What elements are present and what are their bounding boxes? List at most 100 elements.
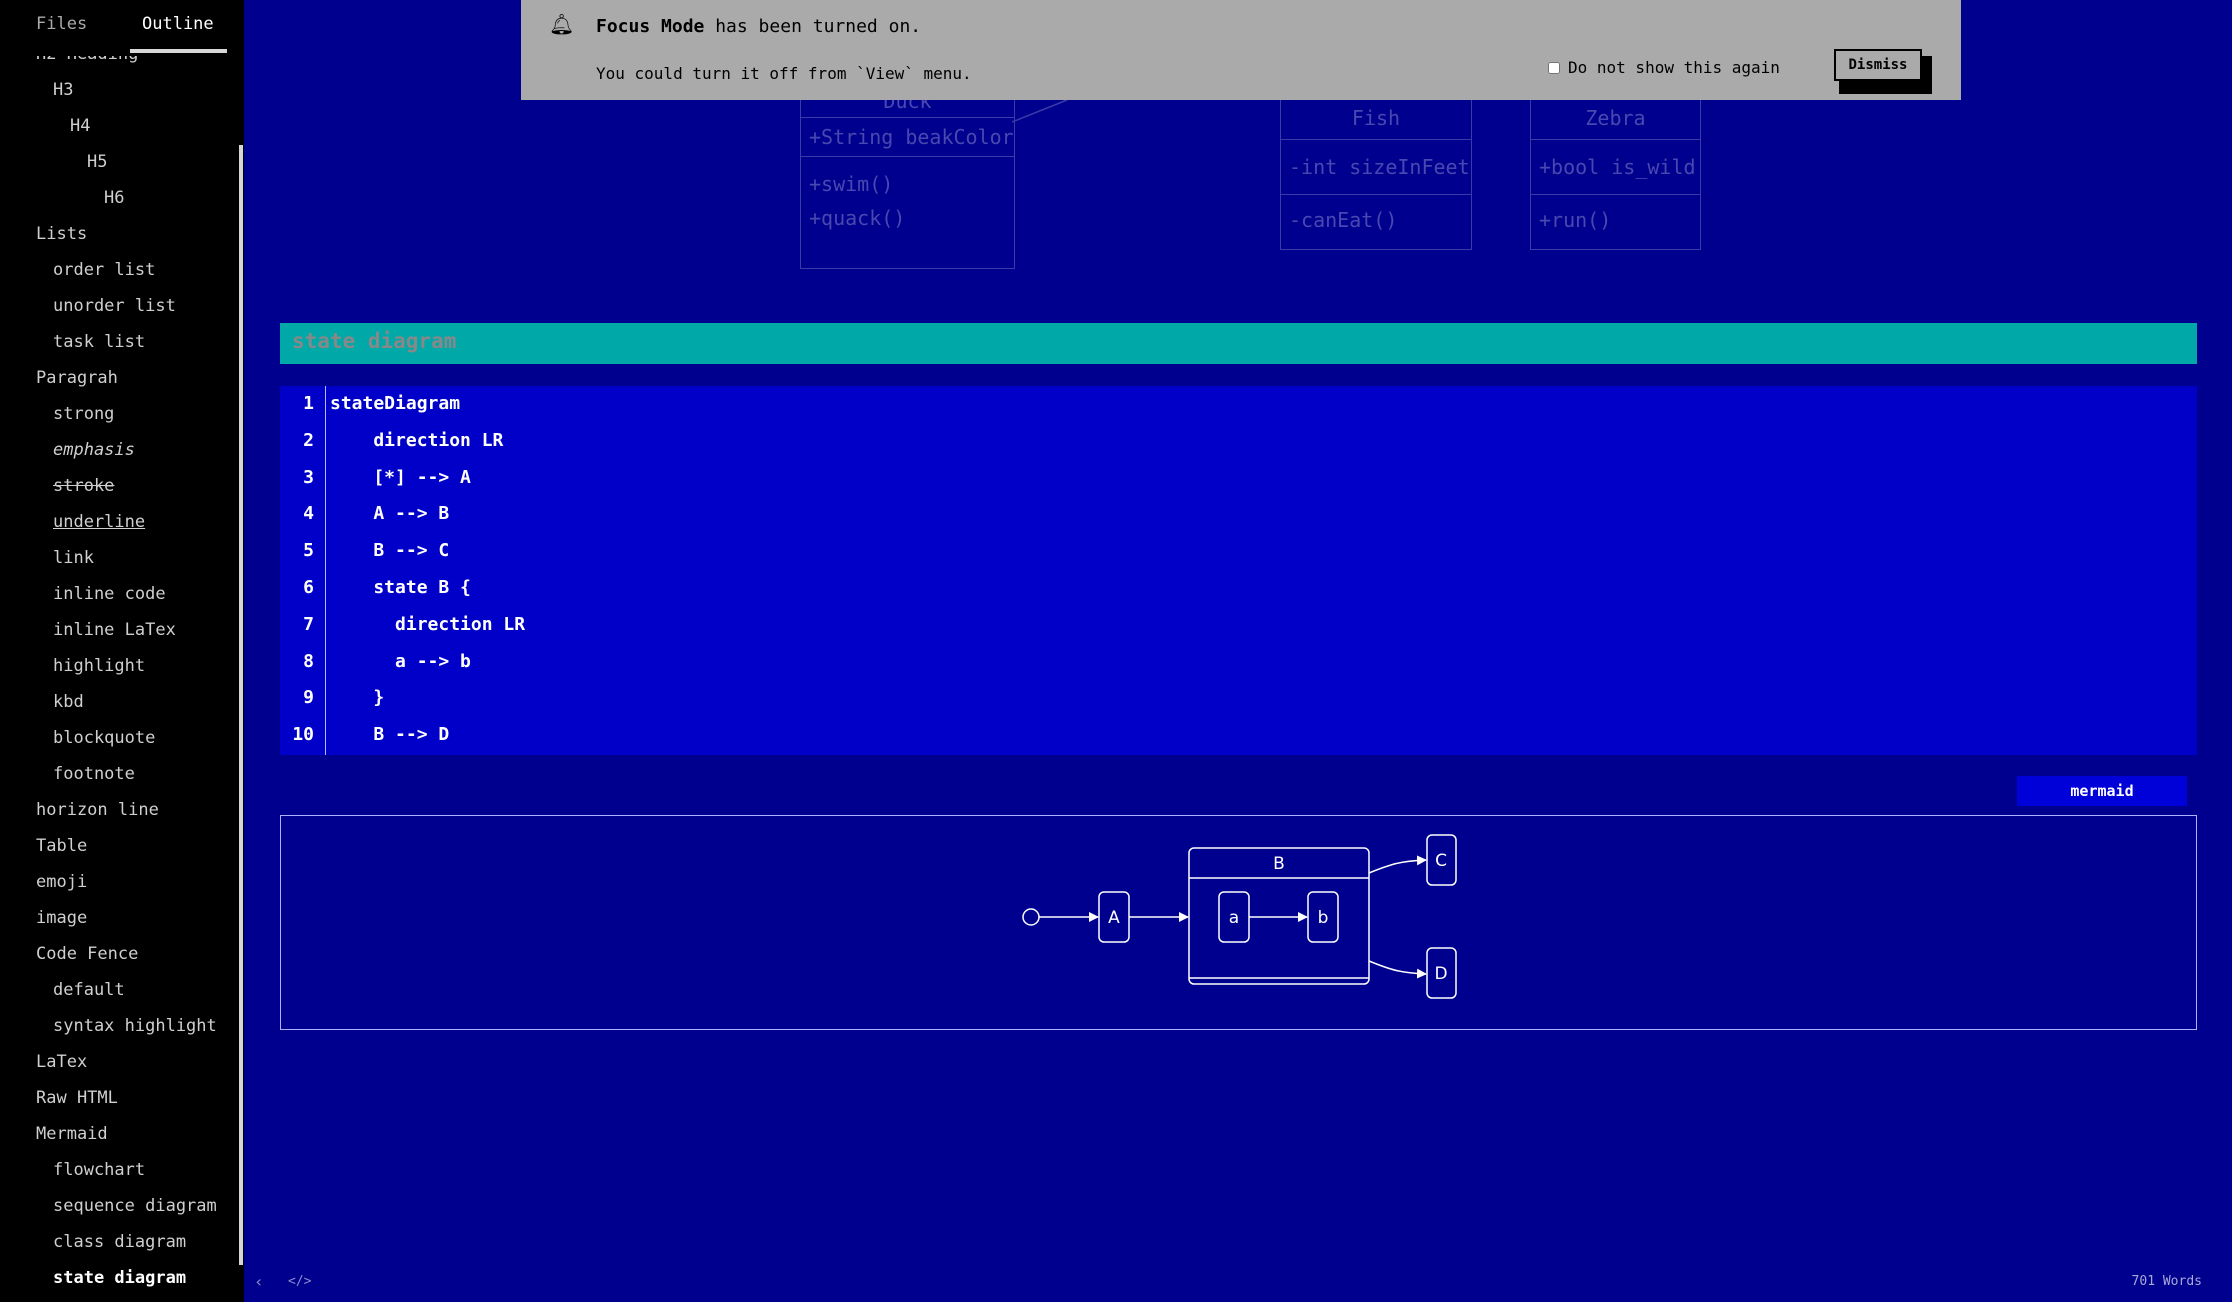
bell-icon: 🔔︎ [549,12,575,36]
outline-item[interactable]: H6 [0,180,244,216]
collapse-sidebar-icon[interactable]: ‹ [254,1272,264,1291]
state-label-inner-a: a [1229,908,1239,928]
transition-b-c [1368,855,1427,874]
code-line[interactable]: 7 direction LR [280,607,2197,643]
outline-item[interactable]: default [0,972,244,1008]
outline-item[interactable]: strong [0,396,244,432]
code-text: [*] --> A [330,466,471,488]
sidebar-scrollbar[interactable] [239,145,243,1265]
code-line[interactable]: 10 B --> D [280,717,2197,753]
code-text: A --> B [330,503,450,525]
line-number: 1 [303,393,314,414]
outline-item[interactable]: flowchart [0,1152,244,1188]
focus-mode-notification: 🔔︎ Focus Mode has been turned on. You co… [521,0,1961,100]
line-number: 4 [303,503,314,525]
uml-class-title: Zebra [1531,97,1700,140]
tab-files[interactable]: Files [36,14,87,34]
outline-item[interactable]: underline [0,504,244,540]
source-code-mode-icon[interactable]: </> [288,1274,311,1289]
code-fence[interactable]: 1 stateDiagram 2 direction LR 3 [*] --> A4 … [280,386,2197,755]
outline-item[interactable]: emoji [0,864,244,900]
outline-item[interactable]: footnote [0,756,244,792]
code-line[interactable]: 2 direction LR [280,423,2197,459]
do-not-show-again-checkbox[interactable] [1548,61,1560,74]
state-label-inner-b: b [1318,908,1329,928]
section-heading[interactable]: state diagram [280,323,2197,364]
code-text: stateDiagram [330,393,461,414]
code-language-badge[interactable]: mermaid [2017,776,2187,806]
code-line[interactable]: 6 state B { [280,570,2197,606]
outline-item[interactable]: H5 [0,144,244,180]
code-line[interactable]: 3 [*] --> A [280,460,2197,496]
outline-item[interactable]: sequence diagram [0,1188,244,1224]
uml-class-zebra: Zebra +bool is_wild +run() [1530,96,1701,250]
outline-item[interactable]: kbd [0,684,244,720]
uml-method: -canEat() [1289,208,1398,232]
line-number: 6 [303,577,314,598]
outline-item[interactable]: LaTex [0,1044,244,1080]
outline-item[interactable]: inline code [0,576,244,612]
outline-item[interactable]: Table [0,828,244,864]
code-line[interactable]: 8 a --> b [280,644,2197,680]
do-not-show-again-label: Do not show this again [1568,58,1780,77]
tab-outline[interactable]: Outline [142,14,214,34]
outline-item[interactable]: Raw HTML [0,1080,244,1116]
start-state [1022,908,1040,926]
line-number: 2 [303,429,314,451]
dismiss-button[interactable]: Dismiss [1834,49,1922,81]
code-line[interactable]: 9 } [280,680,2197,716]
state-label-c: C [1435,851,1447,871]
outline-list: H2 HeadingH3H4H5H6Listsorder listunorder… [0,36,244,1296]
outline-item[interactable]: horizon line [0,792,244,828]
uml-class-title: Fish [1281,97,1471,140]
code-text: direction LR [330,613,526,635]
line-number: 7 [303,613,314,635]
outline-item[interactable]: Mermaid [0,1116,244,1152]
outline-item[interactable]: stroke [0,468,244,504]
uml-method: +quack() [809,206,906,230]
code-line[interactable]: 4 A --> B [280,496,2197,532]
outline-item[interactable]: emphasis [0,432,244,468]
outline-item[interactable]: unorder list [0,288,244,324]
code-text: } [330,687,385,709]
code-line[interactable]: 1 stateDiagram [280,386,2197,422]
outline-item[interactable]: highlight [0,648,244,684]
line-number: 8 [303,650,314,672]
uml-class-fish: Fish -int sizeInFeet -canEat() [1280,96,1472,250]
outline-item[interactable]: image [0,900,244,936]
code-text: B --> C [330,540,450,562]
uml-class-field: +bool is_wild [1531,140,1700,195]
outline-item[interactable]: state diagram [0,1260,244,1296]
line-number: 10 [292,724,314,746]
notification-title-bold: Focus Mode [596,16,705,37]
outline-item[interactable]: blockquote [0,720,244,756]
line-number: 3 [303,466,314,488]
notification-title: Focus Mode has been turned on. [596,16,921,37]
outline-item[interactable]: Code Fence [0,936,244,972]
outline-item[interactable]: syntax highlight [0,1008,244,1044]
uml-method: +run() [1539,208,1612,232]
uml-method: +swim() [809,172,894,196]
state-diagram-svg: A B a b C D [1022,834,1457,999]
outline-item[interactable]: Paragrah [0,360,244,396]
heading-text: state diagram [292,329,457,353]
outline-item[interactable]: link [0,540,244,576]
notification-title-rest: has been turned on. [704,16,922,37]
outline-item[interactable]: order list [0,252,244,288]
outline-item[interactable]: task list [0,324,244,360]
outline-item[interactable]: inline LaTex [0,612,244,648]
sidebar-tabs: Files Outline [0,0,244,56]
mermaid-diagram: A B a b C D [280,815,2197,1030]
outline-item[interactable]: H3 [0,72,244,108]
state-label-a: A [1108,908,1120,928]
outline-item[interactable]: class diagram [0,1224,244,1260]
word-count[interactable]: 701 Words [2110,1274,2202,1289]
do-not-show-again-option[interactable]: Do not show this again [1548,58,1780,77]
code-text: state B { [330,577,471,598]
line-number: 9 [303,687,314,709]
state-label-d: D [1434,964,1447,984]
outline-item[interactable]: Lists [0,216,244,252]
code-line[interactable]: 5 B --> C [280,533,2197,569]
outline-item[interactable]: H4 [0,108,244,144]
uml-class-field: +String beakColor [801,118,1014,157]
